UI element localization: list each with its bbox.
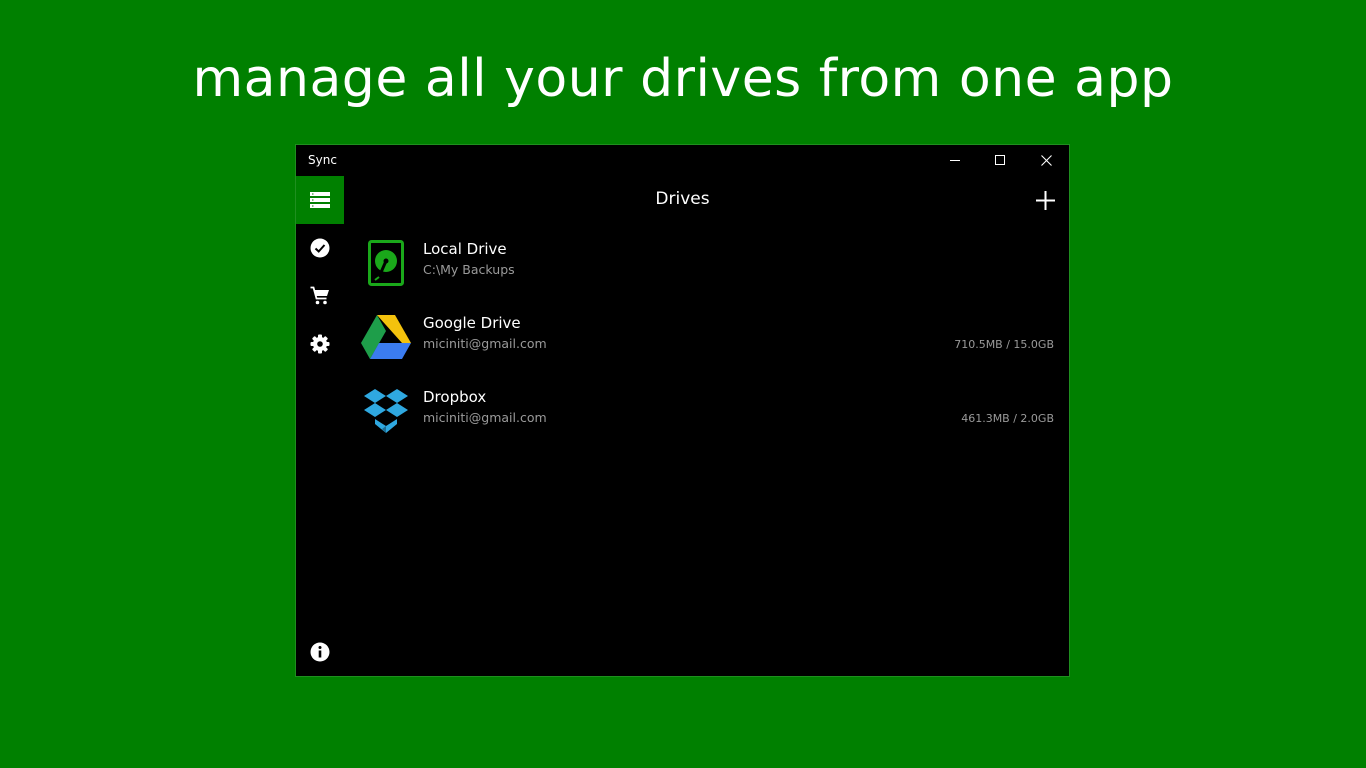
title-bar[interactable]: Sync bbox=[296, 145, 1069, 176]
drive-item-local[interactable]: Local Drive C:\My Backups bbox=[356, 232, 1056, 292]
drive-name: Local Drive bbox=[423, 240, 507, 258]
drive-account: miciniti@gmail.com bbox=[423, 410, 547, 425]
drive-item-dropbox[interactable]: Dropbox miciniti@gmail.com 461.3MB / 2.0… bbox=[356, 380, 1056, 440]
close-button[interactable] bbox=[1023, 145, 1069, 176]
drive-usage: 461.3MB / 2.0GB bbox=[961, 412, 1054, 425]
drive-name: Dropbox bbox=[423, 388, 487, 406]
google-drive-icon bbox=[361, 315, 411, 359]
drive-usage: 710.5MB / 15.0GB bbox=[954, 338, 1054, 351]
info-icon bbox=[310, 642, 330, 662]
app-window: Sync Drives Local Drive C:\My Backups Go… bbox=[295, 144, 1070, 677]
drive-icon-container bbox=[360, 386, 412, 436]
drive-account: miciniti@gmail.com bbox=[423, 336, 547, 351]
add-drive-button[interactable] bbox=[1032, 187, 1058, 213]
minimize-button[interactable] bbox=[932, 145, 978, 176]
sidebar-item-drives[interactable] bbox=[296, 176, 344, 224]
sidebar-item-tasks[interactable] bbox=[296, 224, 344, 272]
drive-name: Google Drive bbox=[423, 314, 521, 332]
drive-icon-container bbox=[360, 238, 412, 288]
check-circle-icon bbox=[310, 238, 330, 258]
page-title: Drives bbox=[655, 189, 710, 209]
marketing-headline: manage all your drives from one app bbox=[192, 49, 1174, 109]
sidebar bbox=[296, 176, 344, 676]
drive-icon-container bbox=[360, 312, 412, 362]
drive-item-google[interactable]: Google Drive miciniti@gmail.com 710.5MB … bbox=[356, 306, 1056, 366]
app-title: Sync bbox=[308, 153, 337, 167]
dropbox-icon bbox=[364, 389, 408, 433]
gear-icon bbox=[310, 334, 330, 354]
sidebar-item-about[interactable] bbox=[296, 628, 344, 676]
maximize-icon bbox=[994, 155, 1005, 165]
sidebar-item-store[interactable] bbox=[296, 272, 344, 320]
server-list-icon bbox=[310, 192, 330, 208]
shopping-cart-icon bbox=[310, 286, 329, 305]
maximize-button[interactable] bbox=[977, 145, 1023, 176]
plus-icon bbox=[1035, 190, 1055, 210]
drive-path: C:\My Backups bbox=[423, 262, 515, 277]
sidebar-item-settings[interactable] bbox=[296, 320, 344, 368]
minimize-icon bbox=[949, 160, 960, 161]
hard-drive-icon bbox=[368, 240, 404, 286]
close-icon bbox=[1040, 155, 1052, 166]
